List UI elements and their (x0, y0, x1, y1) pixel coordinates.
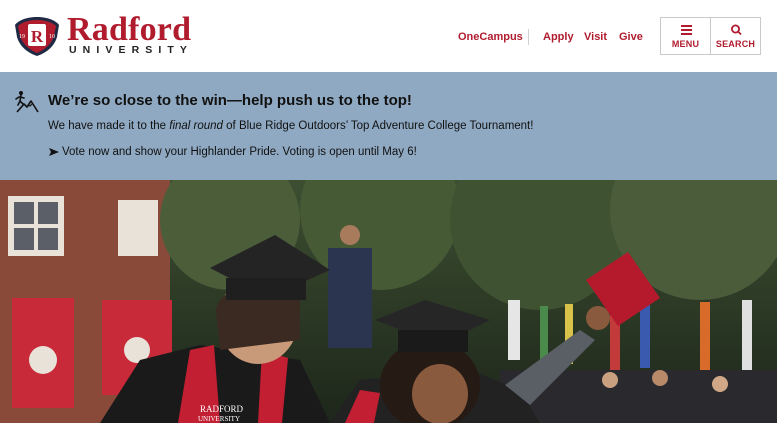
radford-logo[interactable]: R 19 10 Radford UNIVERSITY (14, 11, 194, 59)
hamburger-icon (681, 25, 692, 35)
alert-body: We have made it to the final round of Bl… (48, 120, 534, 132)
arrow-right-icon (49, 148, 59, 156)
nav-onecampus[interactable]: OneCampus (458, 31, 523, 43)
search-button[interactable]: SEARCH (710, 17, 761, 55)
logo-wordmark: Radford (67, 11, 192, 48)
alert-title: We’re so close to the win—help push us t… (48, 92, 412, 109)
nav-divider (528, 29, 529, 45)
nav-give[interactable]: Give (619, 31, 643, 43)
svg-text:UNIVERSITY: UNIVERSITY (198, 415, 240, 423)
menu-label: MENU (671, 39, 700, 49)
svg-text:R: R (31, 27, 44, 46)
alert-banner: We’re so close to the win—help push us t… (0, 72, 777, 180)
svg-text:10: 10 (49, 34, 55, 40)
nav-apply[interactable]: Apply (543, 31, 574, 43)
svg-text:19: 19 (19, 34, 25, 40)
search-icon (730, 24, 742, 36)
logo-subtitle: UNIVERSITY (69, 44, 194, 56)
vote-link[interactable]: Vote now and show your Highlander Pride.… (62, 146, 417, 158)
search-label: SEARCH (715, 39, 756, 49)
seal-icon: R 19 10 (15, 17, 59, 56)
svg-text:RADFORD: RADFORD (200, 404, 244, 414)
hero-photo: RADFORD UNIVERSITY (0, 180, 777, 423)
menu-button[interactable]: MENU (660, 17, 711, 55)
graduation-photo: RADFORD UNIVERSITY (0, 180, 777, 423)
nav-visit[interactable]: Visit (584, 31, 607, 43)
mountain-hiker-icon (15, 91, 39, 113)
site-header: R 19 10 Radford UNIVERSITY OneCampus App… (0, 0, 777, 72)
